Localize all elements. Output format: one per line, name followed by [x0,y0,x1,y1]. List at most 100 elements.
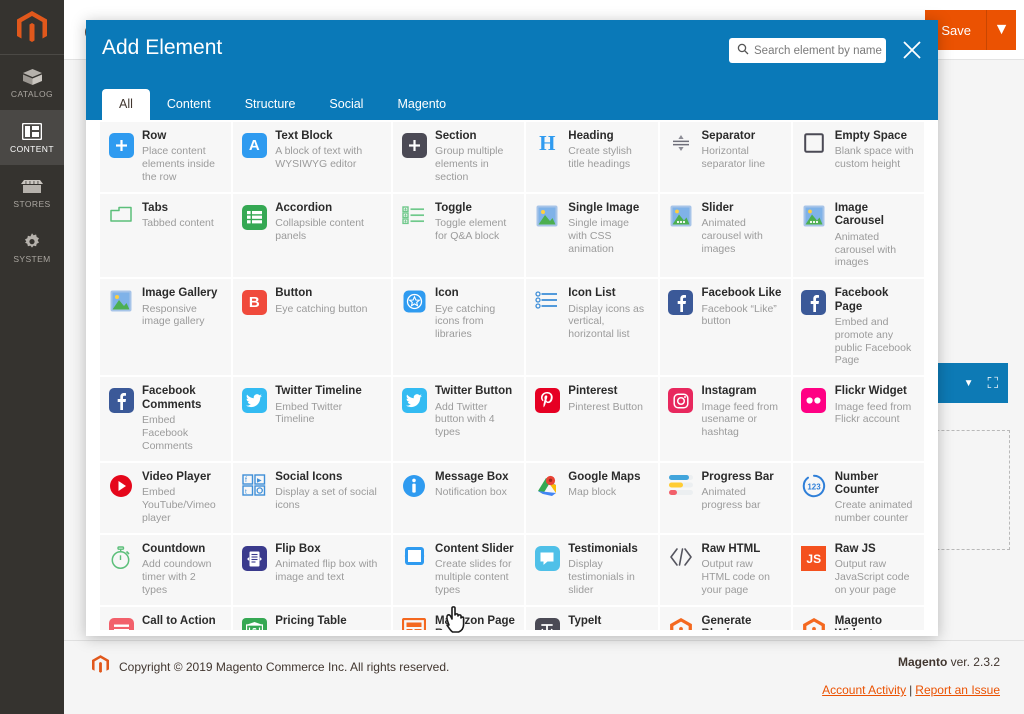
element-card[interactable]: Image Gallery Responsive image gallery [100,279,232,376]
element-card-title: Message Box [435,470,509,483]
element-card-text: Instagram Image feed from usename or hash… [702,385,782,439]
element-card[interactable]: JS Raw JS Output raw JavaScript code on yo… [792,535,924,605]
element-card-text: Single Image Single image with CSS animat… [568,202,648,256]
google-maps-icon [535,474,559,503]
element-card[interactable]: H Heading Create stylish title headings [526,122,658,192]
element-card-title: Pricing Table [275,614,347,627]
element-card[interactable]: Empty Space Blank space with custom heigh… [792,122,924,192]
element-card[interactable]: Slider Animated carousel with images [659,193,791,278]
element-card[interactable]: Video Player Embed YouTube/Vimeo player [100,462,232,534]
element-card-title: Twitter Button [435,385,513,398]
image-carousel-icon [803,205,825,232]
element-card-icon [667,615,695,630]
element-card[interactable]: Generate BlockGenerate block by name [659,606,791,630]
element-card[interactable]: f ▶ t Social Icons Display a set of social i… [233,462,392,534]
element-card[interactable]: A Text Block A block of text with WYSIWYG … [233,122,392,192]
element-card-text: Twitter Button Add Twitter button with 4 … [435,385,515,439]
element-card[interactable]: Toggle Toggle element for Q&A block [393,193,525,278]
element-card[interactable]: 123 Number Counter Create animated number … [792,462,924,534]
element-card[interactable]: Image Carousel Animated carousel with ima… [792,193,924,278]
element-card[interactable]: Facebook Page Embed and promote any publi… [792,279,924,376]
element-card-description: Eye catching button [275,302,368,315]
search-input[interactable] [754,44,908,57]
magento-logo-icon[interactable] [0,0,64,54]
element-card[interactable]: Icon List Display icons as vertical, hori… [526,279,658,376]
modal-footer-spacer [86,630,938,636]
element-card-title: Tabs [142,201,168,214]
tab-structure[interactable]: Structure [228,89,313,121]
system-icon [21,232,43,252]
element-card[interactable]: $ Pricing TableCreate beautiful pricing t… [233,606,392,630]
element-card[interactable]: Progress Bar Animated progress bar [659,462,791,534]
element-card-description: Add coundown timer with 2 types [142,558,212,597]
tab-social[interactable]: Social [312,89,380,121]
element-card[interactable]: Section Group multiple elements in sectio… [393,122,525,192]
sidebar-item-stores[interactable]: STORES [0,165,64,220]
element-card-text: Facebook Page Embed and promote any publi… [835,287,915,367]
element-card[interactable]: Tabs Tabbed content [100,193,232,278]
element-card[interactable]: Separator Horizontal separator line [659,122,791,192]
element-card-description: Display a set of social icons [275,485,377,511]
pinterest-icon [534,388,560,414]
element-card[interactable]: Single Image Single image with CSS animat… [526,193,658,278]
element-card-description: Facebook “Like” button [701,302,777,328]
element-card[interactable]: Facebook Like Facebook “Like” button [659,279,791,376]
tab-all[interactable]: All [102,88,150,120]
element-card[interactable]: Content Slider Create slides for multiple… [393,535,525,605]
sidebar-item-label: CONTENT [10,143,54,154]
element-card-title: Instagram [701,385,757,398]
element-card[interactable]: Accordion Collapsible content panels [233,193,392,278]
element-card[interactable]: Pinterest Pinterest Button [526,377,658,461]
element-card-title: Facebook Like [701,287,782,300]
footer-links: Account Activity | Report an Issue [822,683,1000,697]
element-card-text: Slider Animated carousel with images [702,202,782,256]
add-element-modal: Add Element All Content Structure Social… [86,20,938,636]
element-card-description: Tabbed content [142,217,214,230]
element-card[interactable]: Magezon Page Builder TemplateInsert pre-… [393,606,525,630]
facebook-icon [801,290,827,316]
tab-magento[interactable]: Magento [380,89,463,121]
element-card-text: Testimonials Display testimonials in slid… [568,543,648,597]
fullscreen-icon[interactable]: ⛶ [987,375,998,392]
icon-list-icon [535,290,559,315]
report-issue-link[interactable]: Report an Issue [915,683,1000,697]
element-card[interactable]: Flickr Widget Image feed from Flickr acco… [792,377,924,461]
element-card[interactable]: Icon Eye catching icons from libraries [393,279,525,376]
element-card[interactable]: Google Maps Map block [526,462,658,534]
sidebar-item-catalog[interactable]: CATALOG [0,55,64,110]
element-card[interactable]: Call to ActionCatch visitors attention w… [100,606,232,630]
accordion-green-icon [241,204,267,230]
element-card-icon [107,130,135,158]
element-card[interactable]: Instagram Image feed from usename or hash… [659,377,791,461]
sidebar-item-content[interactable]: CONTENT [0,110,64,165]
element-card-title: Twitter Timeline [275,385,362,398]
element-card[interactable]: Row Place content elements inside the row [100,122,232,192]
element-card[interactable]: Flip Box Animated flip box with image and… [233,535,392,605]
element-card[interactable]: Testimonials Display testimonials in slid… [526,535,658,605]
element-card-title: Icon List [568,287,616,300]
element-card[interactable]: Facebook Comments Embed Facebook Comments [100,377,232,461]
element-card-icon [800,615,828,630]
element-card-title: Content Slider [435,543,514,556]
code-brackets-icon [669,546,693,573]
sidebar-item-system[interactable]: SYSTEM [0,220,64,275]
play-circle-red-icon [109,474,133,503]
element-card[interactable]: TypeItCreate & customize animated string… [526,606,658,630]
account-activity-link[interactable]: Account Activity [822,683,906,697]
element-card-text: Message Box Notification box [435,471,509,499]
pricing-table-green-icon: $ [241,617,267,630]
search-box[interactable] [729,38,908,63]
element-card[interactable]: Countdown Add coundown timer with 2 types [100,535,232,605]
save-dropdown-caret[interactable]: ▼ [986,10,1016,50]
element-card-title: Call to Action [142,614,216,627]
close-icon[interactable] [898,36,926,64]
tab-content[interactable]: Content [150,89,228,121]
twitter-icon [241,388,267,414]
element-card-description: Eye catching icons from libraries [435,302,496,341]
element-card[interactable]: Magento WidgetInsert Magento widgets or … [792,606,924,630]
element-card[interactable]: Twitter Timeline Embed Twitter Timeline [233,377,392,461]
element-card[interactable]: B Button Eye catching button [233,279,392,376]
element-card[interactable]: Message Box Notification box [393,462,525,534]
element-card[interactable]: Twitter Button Add Twitter button with 4 … [393,377,525,461]
element-card[interactable]: Raw HTML Output raw HTML code on your pag… [659,535,791,605]
